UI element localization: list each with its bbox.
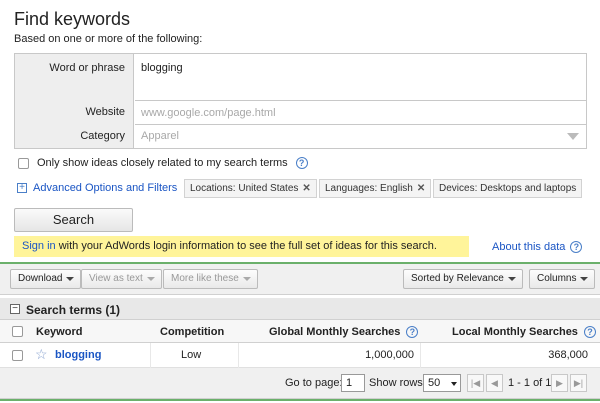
competition-cell: Low	[181, 349, 202, 361]
advanced-options-link[interactable]: Advanced Options and Filters	[33, 182, 177, 194]
chevron-down-icon	[567, 133, 579, 140]
local-searches-cell: 368,000	[548, 349, 588, 361]
download-label: Download	[18, 273, 63, 284]
sort-label: Sorted by Relevance	[411, 273, 504, 284]
help-icon[interactable]: ?	[570, 241, 583, 253]
device-filter-chip[interactable]: Devices: Desktops and laptops	[433, 179, 583, 198]
search-button[interactable]: Search	[14, 208, 133, 232]
columns-label: Columns	[537, 273, 577, 284]
rows-per-page-value: 50	[428, 377, 441, 389]
last-page-icon[interactable]: ▶|	[570, 374, 587, 392]
section-title: Search terms (1)	[26, 303, 121, 317]
page-title: Find keywords	[14, 9, 131, 29]
first-page-icon[interactable]: |◀	[467, 374, 484, 392]
word-or-phrase-input[interactable]: blogging	[135, 54, 587, 101]
local-searches-column-label: Local Monthly Searches	[452, 326, 578, 338]
local-searches-column-header[interactable]: Local Monthly Searches?	[452, 326, 596, 338]
columns-dropdown[interactable]: Columns	[529, 269, 596, 289]
go-to-page-label: Go to page:	[285, 377, 343, 389]
caret-down-icon	[66, 277, 75, 281]
signin-link[interactable]: Sign in	[22, 240, 56, 252]
expand-plus-icon[interactable]: +	[17, 183, 27, 193]
table-header: Keyword Competition Global Monthly Searc…	[0, 320, 600, 343]
keyword-cell[interactable]: blogging	[55, 349, 101, 361]
collapse-minus-icon[interactable]: −	[10, 304, 20, 314]
page-subtitle: Based on one or more of the following:	[14, 33, 203, 45]
page-number-input[interactable]: 1	[341, 374, 365, 392]
divider	[0, 399, 600, 401]
column-divider	[238, 343, 239, 368]
signin-banner-text: with your AdWords login information to s…	[55, 240, 437, 252]
advanced-options[interactable]: + Advanced Options and Filters	[17, 182, 177, 194]
competition-column-label: Competition	[160, 326, 225, 338]
closely-related-option: Only show ideas closely related to my se…	[18, 157, 308, 169]
rows-per-page-select[interactable]: 50	[423, 374, 461, 392]
column-divider	[150, 343, 151, 368]
close-icon[interactable]: ✕	[417, 183, 425, 194]
word-or-phrase-value: blogging	[141, 62, 183, 74]
keyword-column-label: Keyword	[36, 326, 83, 338]
form-labels-column: Word or phrase Website Category	[15, 54, 134, 148]
location-filter-label: Locations: United States	[190, 183, 299, 194]
sort-dropdown[interactable]: Sorted by Relevance	[403, 269, 523, 289]
location-filter-chip[interactable]: Locations: United States ✕	[184, 179, 317, 198]
help-icon[interactable]: ?	[583, 326, 596, 338]
caret-down-icon	[146, 277, 155, 281]
global-searches-column-label: Global Monthly Searches	[269, 326, 401, 338]
caret-down-icon	[451, 382, 457, 386]
signin-banner: Sign in with your AdWords login informat…	[14, 236, 469, 257]
category-label: Category	[80, 130, 125, 142]
table-row[interactable]: ☆ blogging Low 1,000,000 368,000	[0, 343, 600, 368]
column-divider	[420, 343, 421, 368]
row-checkbox[interactable]	[12, 350, 23, 361]
help-icon[interactable]: ?	[295, 157, 308, 169]
caret-down-icon	[580, 277, 589, 281]
star-icon[interactable]: ☆	[35, 347, 48, 361]
language-filter-label: Languages: English	[325, 183, 413, 194]
global-searches-column-header[interactable]: Global Monthly Searches?	[269, 326, 419, 338]
closely-related-checkbox[interactable]	[18, 157, 29, 169]
search-terms-section-header[interactable]: − Search terms (1)	[0, 298, 600, 320]
show-rows-label: Show rows:	[369, 377, 426, 389]
keyword-column-header[interactable]: Keyword	[36, 326, 82, 338]
category-select[interactable]: Apparel	[135, 125, 587, 149]
pagination-bar: Go to page: 1 Show rows: 50 |◀ ◀ 1 - 1 o…	[0, 368, 600, 399]
website-field	[135, 101, 587, 125]
prev-page-icon[interactable]: ◀	[486, 374, 503, 392]
help-icon[interactable]: ?	[406, 326, 419, 338]
more-like-these-button[interactable]: More like these	[163, 269, 258, 289]
view-as-text-label: View as text	[89, 273, 143, 284]
next-page-icon[interactable]: ▶	[551, 374, 568, 392]
device-filter-label: Devices: Desktops and laptops	[439, 183, 577, 194]
website-input[interactable]	[135, 101, 587, 124]
more-like-these-label: More like these	[171, 273, 239, 284]
caret-down-icon	[242, 277, 251, 281]
category-value: Apparel	[141, 130, 179, 142]
close-icon[interactable]: ✕	[302, 183, 310, 194]
about-this-data[interactable]: About this data ?	[492, 241, 583, 253]
website-label: Website	[85, 106, 125, 118]
competition-column-header[interactable]: Competition	[160, 326, 224, 338]
download-button[interactable]: Download	[10, 269, 82, 289]
word-or-phrase-label: Word or phrase	[49, 62, 125, 74]
language-filter-chip[interactable]: Languages: English ✕	[319, 179, 432, 198]
caret-down-icon	[507, 277, 516, 281]
global-searches-cell: 1,000,000	[365, 349, 414, 361]
page-range-text: 1 - 1 of 1	[508, 377, 552, 389]
about-this-data-link[interactable]: About this data	[492, 241, 565, 253]
keyword-form: Word or phrase Website Category blogging…	[14, 53, 587, 149]
select-all-checkbox[interactable]	[12, 326, 23, 337]
closely-related-label: Only show ideas closely related to my se…	[37, 157, 288, 169]
view-as-text-button[interactable]: View as text	[81, 269, 162, 289]
